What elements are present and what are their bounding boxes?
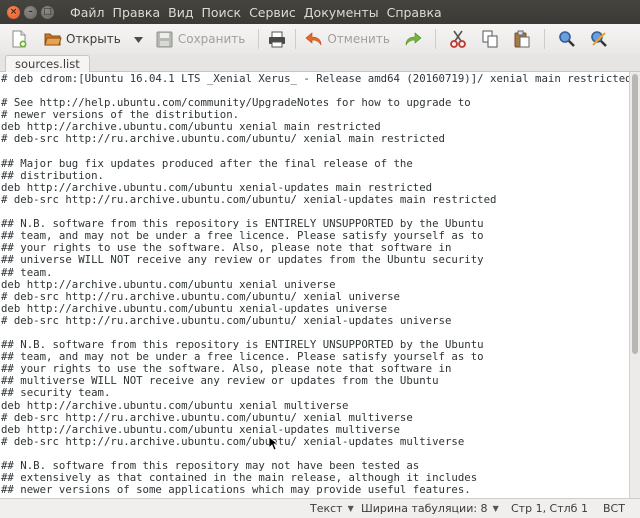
menu-search[interactable]: Поиск bbox=[197, 5, 245, 20]
toolbar: Открыть Сохранить Отменить bbox=[0, 24, 640, 54]
undo-label: Отменить bbox=[327, 32, 390, 46]
chevron-down-icon: ▼ bbox=[492, 504, 499, 513]
editor-line[interactable]: # deb-src http://ru.archive.ubuntu.com/u… bbox=[1, 435, 629, 448]
copy-button[interactable] bbox=[476, 26, 504, 52]
menu-view[interactable]: Вид bbox=[164, 5, 197, 20]
toolbar-separator bbox=[258, 29, 260, 49]
find-replace-button[interactable] bbox=[585, 26, 613, 52]
undo-arrow-icon bbox=[305, 30, 323, 48]
save-button[interactable]: Сохранить bbox=[151, 26, 251, 52]
menu-list: Файл Правка Вид Поиск Сервис Документы С… bbox=[66, 5, 446, 20]
menu-documents[interactable]: Документы bbox=[300, 5, 383, 20]
editor-line[interactable]: deb http://archive.ubuntu.com/ubuntu xen… bbox=[1, 278, 629, 291]
insert-mode-label: ВСТ bbox=[603, 502, 625, 515]
save-label: Сохранить bbox=[177, 32, 246, 46]
menu-file[interactable]: Файл bbox=[66, 5, 109, 20]
editor-line[interactable]: deb http://archive.ubuntu.com/ubuntu xen… bbox=[1, 399, 629, 412]
editor-line[interactable]: ## team. bbox=[1, 266, 629, 279]
editor-line[interactable]: # deb-src http://ru.archive.ubuntu.com/u… bbox=[1, 133, 629, 145]
tab-sources-list[interactable]: sources.list bbox=[5, 55, 90, 72]
copy-icon bbox=[481, 30, 499, 48]
paste-clipboard-icon bbox=[513, 30, 531, 48]
editor-line[interactable]: ## security team. bbox=[1, 387, 629, 399]
cursor-position: Стр 1, Стлб 1 bbox=[511, 502, 588, 515]
language-label: Текст bbox=[310, 502, 343, 515]
editor-line[interactable]: # deb-src http://ru.archive.ubuntu.com/u… bbox=[1, 411, 629, 424]
editor-line[interactable]: ## newer versions of some applications w… bbox=[1, 484, 629, 496]
cursor-position-label: Стр 1, Стлб 1 bbox=[511, 502, 588, 515]
minimize-window-button[interactable]: – bbox=[24, 5, 37, 19]
menu-help[interactable]: Справка bbox=[383, 5, 446, 20]
print-icon bbox=[268, 30, 286, 48]
editor-line[interactable]: # deb-src http://ru.archive.ubuntu.com/u… bbox=[1, 314, 629, 327]
paste-button[interactable] bbox=[508, 26, 536, 52]
tab-label: sources.list bbox=[15, 57, 80, 71]
scissors-icon bbox=[449, 30, 467, 48]
chevron-down-icon bbox=[133, 32, 143, 46]
chevron-down-icon: ▼ bbox=[347, 504, 354, 513]
redo-arrow-icon bbox=[404, 30, 422, 48]
open-button[interactable]: Открыть bbox=[39, 26, 126, 52]
editor-line[interactable]: deb http://archive.ubuntu.com/ubuntu xen… bbox=[1, 423, 629, 436]
editor-line[interactable]: ## universe WILL NOT receive any review … bbox=[1, 254, 629, 266]
new-document-icon bbox=[10, 30, 28, 48]
language-selector[interactable]: Текст ▼ bbox=[310, 502, 354, 515]
find-replace-icon bbox=[590, 30, 608, 48]
find-button[interactable] bbox=[553, 26, 581, 52]
menu-bar: × – □ Файл Правка Вид Поиск Сервис Докум… bbox=[0, 0, 640, 24]
status-bar: Текст ▼ Ширина табуляции: 8 ▼ Стр 1, Стл… bbox=[0, 498, 640, 518]
menu-tools[interactable]: Сервис bbox=[245, 5, 300, 20]
insert-mode: ВСТ bbox=[603, 502, 625, 515]
editor-content[interactable]: # deb cdrom:[Ubuntu 16.04.1 LTS _Xenial … bbox=[0, 72, 629, 496]
mouse-pointer-icon bbox=[269, 437, 279, 451]
editor-line[interactable]: # deb-src http://ru.archive.ubuntu.com/u… bbox=[1, 290, 629, 303]
close-window-button[interactable]: × bbox=[7, 5, 20, 19]
vertical-scrollbar[interactable] bbox=[629, 72, 640, 498]
toolbar-separator bbox=[543, 29, 545, 49]
open-folder-icon bbox=[44, 30, 62, 48]
menu-edit[interactable]: Правка bbox=[109, 5, 165, 20]
search-icon bbox=[558, 30, 576, 48]
open-label: Открыть bbox=[66, 32, 121, 46]
toolbar-separator bbox=[295, 29, 297, 49]
cut-button[interactable] bbox=[444, 26, 472, 52]
open-recent-dropdown[interactable] bbox=[126, 26, 151, 52]
undo-button[interactable]: Отменить bbox=[300, 26, 395, 52]
editor-line[interactable]: # deb-src http://ru.archive.ubuntu.com/u… bbox=[1, 193, 629, 206]
window-controls: × – □ bbox=[7, 5, 54, 19]
tab-width-selector[interactable]: Ширина табуляции: 8 ▼ bbox=[361, 502, 499, 515]
editor-line[interactable]: # deb cdrom:[Ubuntu 16.04.1 LTS _Xenial … bbox=[1, 72, 629, 85]
save-icon bbox=[156, 30, 174, 48]
new-document-button[interactable] bbox=[5, 26, 33, 52]
editor-line[interactable] bbox=[1, 146, 629, 158]
toolbar-separator bbox=[434, 29, 436, 49]
print-button[interactable] bbox=[263, 26, 291, 52]
text-editor[interactable]: # deb cdrom:[Ubuntu 16.04.1 LTS _Xenial … bbox=[0, 72, 629, 498]
tab-width-label: Ширина табуляции: 8 bbox=[361, 502, 488, 515]
document-tab-bar: sources.list bbox=[0, 54, 640, 72]
maximize-window-button[interactable]: □ bbox=[41, 5, 54, 19]
scrollbar-thumb[interactable] bbox=[632, 74, 638, 354]
editor-line[interactable]: ## Major bug fix updates produced after … bbox=[1, 157, 629, 170]
redo-button[interactable] bbox=[399, 26, 427, 52]
